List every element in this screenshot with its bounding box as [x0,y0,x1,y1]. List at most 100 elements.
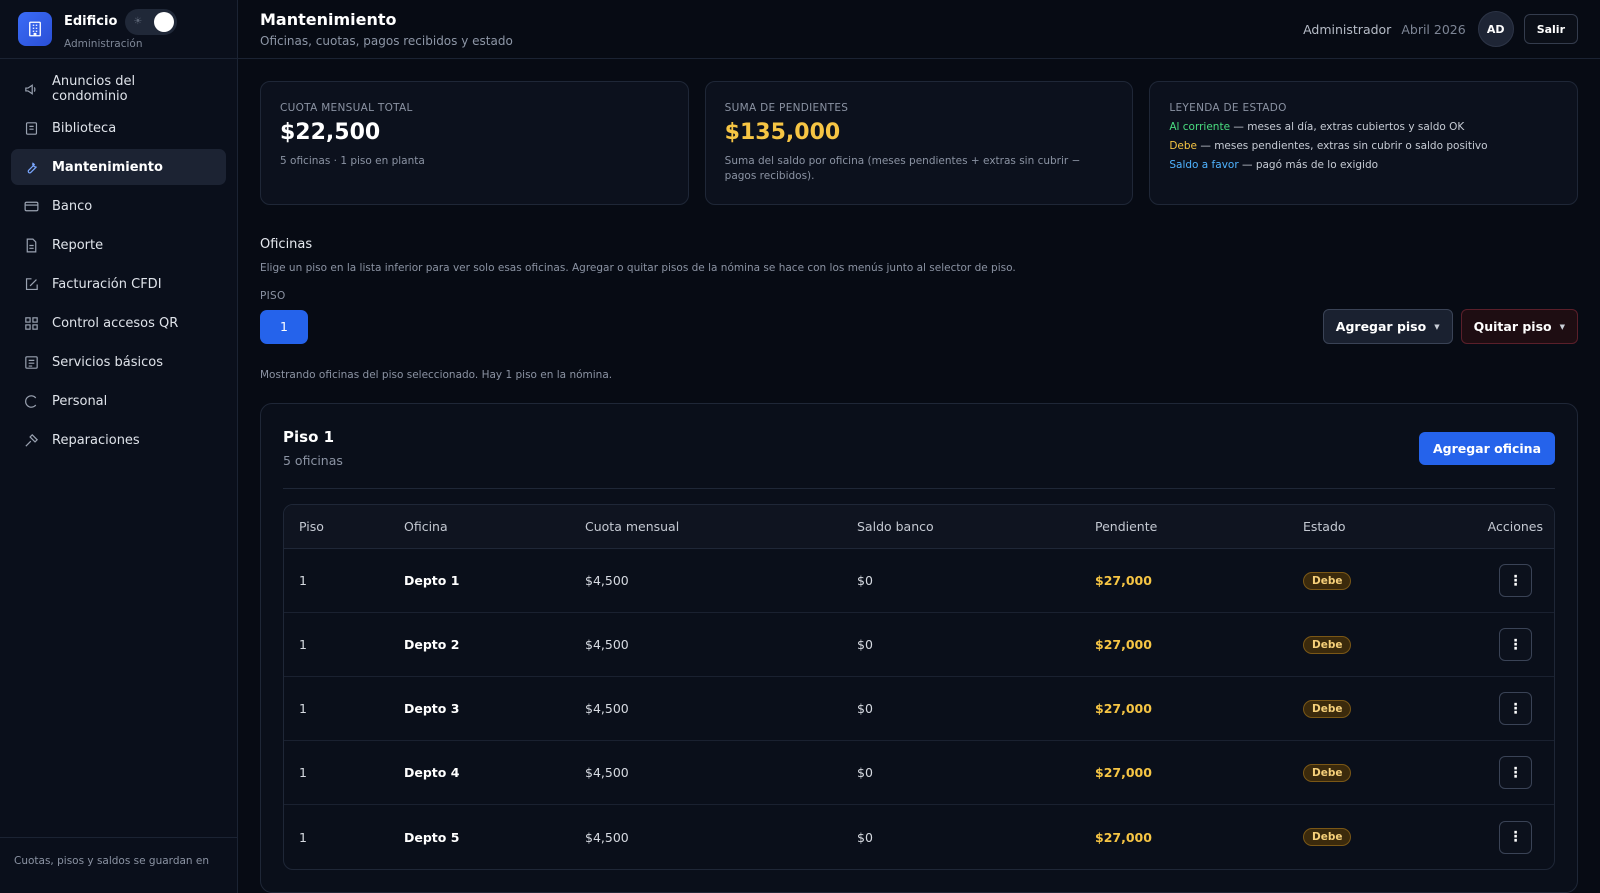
floor-office-count: 5 oficinas [283,453,343,468]
legend-desc: — meses pendientes, extras sin cubrir o … [1197,140,1488,152]
sidebar-item-personal[interactable]: Personal [11,383,226,419]
card-note: 5 oficinas · 1 piso en planta [280,155,425,167]
row-actions-button[interactable]: ⋮ [1499,820,1532,854]
wrench-icon [27,161,37,173]
sidebar-item-label: Personal [52,393,108,409]
cell-piso: 1 [299,637,307,652]
cell-saldo: $0 [857,573,873,588]
status-badge: Debe [1303,699,1352,718]
legend-desc: — pagó más de lo exigido [1238,159,1379,171]
sidebar-item-mantenimiento[interactable]: Mantenimiento [11,149,226,185]
card-label: LEYENDA DE ESTADO [1169,102,1287,114]
card-label: SUMA DE PENDIENTES [724,102,849,114]
status-badge: Debe [1303,635,1352,654]
legend-debe: Debe — meses pendientes, extras sin cubr… [1169,140,1558,152]
sidebar-nav: Anuncios del condominio Biblioteca Mante… [0,59,237,470]
avatar[interactable]: AD [1477,11,1514,47]
legend-saldo-favor: Saldo a favor — pagó más de lo exigido [1169,159,1558,171]
row-actions-button[interactable]: ⋮ [1499,564,1532,597]
col-cuota: Cuota mensual [585,519,680,534]
col-estado: Estado [1303,519,1346,534]
kebab-icon: ⋮ [1508,700,1523,717]
legend-desc: — meses al día, extras cubiertos y saldo… [1230,121,1465,133]
sidebar-item-label: Control accesos QR [52,315,179,331]
toggle-knob [154,11,175,32]
brand-name: Edificio [64,14,118,29]
table-row: 1 Depto 4 $4,500 $0 $27,000 Debe ⋮ [284,741,1554,805]
offices-table: Piso Oficina Cuota mensual Saldo banco P… [283,504,1555,870]
cell-piso: 1 [299,765,307,780]
row-actions-button[interactable]: ⋮ [1499,756,1532,789]
sidebar-item-facturacion[interactable]: Facturación CFDI [11,266,226,302]
sidebar-item-qr[interactable]: Control accesos QR [11,305,226,341]
row-actions-button[interactable]: ⋮ [1499,628,1532,661]
remove-floor-button[interactable]: Quitar piso ▼ [1460,309,1578,344]
status-badge: Debe [1303,571,1352,590]
sidebar-item-banco[interactable]: Banco [11,188,226,224]
sidebar-item-reporte[interactable]: Reporte [11,227,226,263]
cell-oficina: Depto 4 [404,765,460,780]
sidebar-item-reparaciones[interactable]: Reparaciones [11,422,226,458]
book-icon [25,121,38,135]
legend-key: Al corriente [1169,121,1231,133]
page-subtitle: Oficinas, cuotas, pagos recibidos y esta… [260,34,513,48]
sidebar-item-biblioteca[interactable]: Biblioteca [11,110,226,146]
sidebar-item-servicios[interactable]: Servicios básicos [11,344,226,380]
row-actions-button[interactable]: ⋮ [1499,692,1532,725]
legend-al-corriente: Al corriente — meses al día, extras cubi… [1169,121,1558,133]
qr-grid-icon [25,316,38,330]
cell-oficina: Depto 2 [404,637,460,652]
cell-saldo: $0 [857,829,873,845]
cell-saldo: $0 [857,637,873,652]
tools-icon [25,433,39,447]
sidebar-item-label: Servicios básicos [52,354,163,370]
topbar: Mantenimiento Oficinas, cuotas, pagos re… [238,0,1600,59]
brand: Edificio ☀ Administración [0,0,237,59]
building-icon [18,12,52,46]
sidebar-item-label: Anuncios del condominio [52,74,136,104]
cell-pendiente: $27,000 [1095,829,1152,845]
cell-saldo: $0 [857,701,873,716]
kebab-icon: ⋮ [1508,572,1523,589]
table-row: 1 Depto 3 $4,500 $0 $27,000 Debe ⋮ [284,677,1554,741]
table-row: 1 Depto 1 $4,500 $0 $27,000 Debe ⋮ [284,549,1554,613]
section-title: Oficinas [260,237,313,252]
col-acciones: Acciones [1487,519,1543,534]
status-badge: Debe [1303,828,1352,846]
document-icon [26,238,37,252]
sidebar-item-anuncios[interactable]: Anuncios del condominio [11,71,226,107]
kebab-icon: ⋮ [1508,829,1523,845]
cell-piso: 1 [299,701,307,716]
cell-oficina: Depto 3 [404,701,460,716]
logout-button[interactable]: Salir [1523,14,1578,44]
legend-key: Debe [1169,140,1198,152]
col-pendiente: Pendiente [1095,519,1158,534]
cell-cuota: $4,500 [585,573,629,588]
table-header: Piso Oficina Cuota mensual Saldo banco P… [284,505,1554,549]
theme-toggle[interactable]: ☀ [125,8,178,35]
remove-floor-label: Quitar piso [1473,319,1552,334]
piso-selector-1[interactable]: 1 [260,309,308,344]
caret-down-icon: ▼ [1559,322,1565,331]
sidebar-item-label: Facturación CFDI [52,276,162,292]
showing-note: Mostrando oficinas del piso seleccionado… [260,369,613,381]
user-role: Administrador [1303,21,1392,37]
card-suma-pendientes: SUMA DE PENDIENTES $135,000 Suma del sal… [704,81,1134,205]
megaphone-icon [25,83,36,95]
bank-card-icon [24,201,39,211]
add-floor-label: Agregar piso [1335,319,1427,334]
legend-key: Saldo a favor [1169,159,1239,171]
cell-pendiente: $27,000 [1095,573,1152,588]
piso-label: PISO [260,290,286,302]
add-floor-button[interactable]: Agregar piso ▼ [1322,309,1453,344]
card-value: $135,000 [724,120,841,145]
add-office-button[interactable]: Agregar oficina [1418,432,1555,465]
page-title: Mantenimiento [260,10,397,29]
kebab-icon: ⋮ [1508,764,1523,781]
sidebar-item-label: Reparaciones [52,432,140,448]
sidebar-item-label: Banco [52,198,93,214]
section-description: Elige un piso en la lista inferior para … [260,262,1016,274]
floor-panel: Piso 1 5 oficinas Agregar oficina Piso O… [260,403,1578,893]
card-leyenda-estado: LEYENDA DE ESTADO Al corriente — meses a… [1149,81,1579,205]
cell-pendiente: $27,000 [1095,765,1152,780]
